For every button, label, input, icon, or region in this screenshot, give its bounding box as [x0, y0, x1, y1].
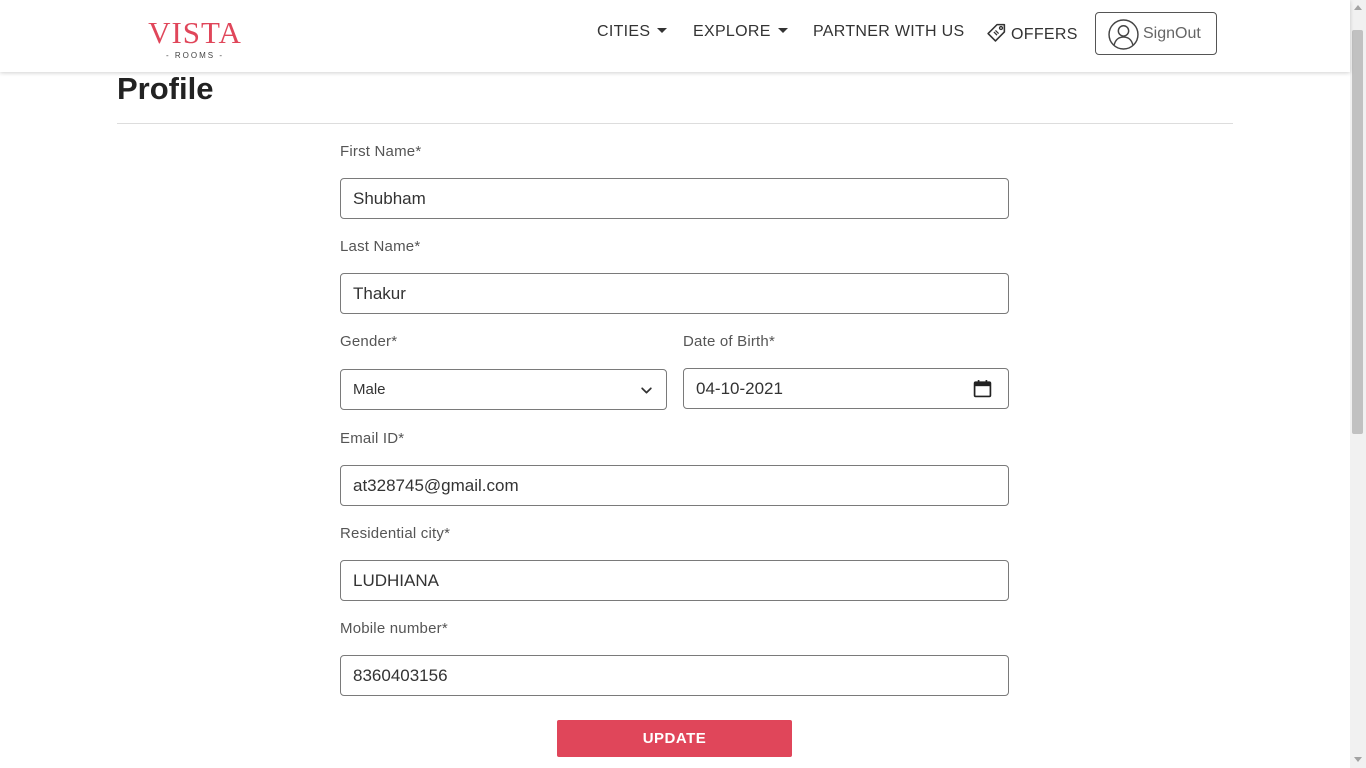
mobile-number-label: Mobile number* [340, 620, 448, 637]
chevron-down-icon [641, 387, 652, 394]
gender-selected-value: Male [353, 381, 386, 398]
vista-rooms-logo[interactable]: VISTA - ROOMS - [144, 16, 246, 62]
nav-cities-label: CITIES [597, 23, 651, 40]
logo-tagline: - ROOMS - [165, 51, 224, 60]
tag-icon [987, 23, 1006, 42]
nav-cities-dropdown[interactable]: CITIES [597, 22, 668, 42]
scroll-up-arrow-icon[interactable] [1354, 5, 1362, 10]
nav-offers-label: OFFERS [1011, 26, 1078, 43]
scrollbar-thumb[interactable] [1352, 30, 1363, 434]
nav-explore-label: EXPLORE [693, 23, 771, 40]
signout-button[interactable]: SignOut [1095, 12, 1217, 55]
last-name-input[interactable] [340, 273, 1009, 314]
residential-city-input[interactable] [340, 560, 1009, 601]
top-navbar: VISTA - ROOMS - CITIES EXPLORE PARTNER W… [0, 0, 1350, 72]
user-circle-icon [1108, 19, 1139, 50]
residential-city-label: Residential city* [340, 525, 451, 542]
gender-select[interactable]: Male [340, 369, 667, 410]
first-name-input[interactable] [340, 178, 1009, 219]
nav-offers-link[interactable]: OFFERS [986, 22, 1078, 43]
nav-partner-link[interactable]: PARTNER WITH US [813, 22, 964, 42]
first-name-label: First Name* [340, 143, 422, 160]
email-input[interactable] [340, 465, 1009, 506]
gender-label: Gender* [340, 333, 398, 350]
dob-value: 04-10-2021 [696, 379, 783, 398]
nav-partner-label: PARTNER WITH US [813, 23, 965, 40]
title-divider [117, 123, 1233, 124]
caret-down-icon [657, 28, 668, 33]
dob-date-input[interactable]: 04-10-2021 [683, 368, 1009, 409]
mobile-number-input[interactable] [340, 655, 1009, 696]
caret-down-icon [777, 28, 788, 33]
calendar-icon[interactable] [973, 379, 992, 398]
page-scrollbar[interactable] [1350, 0, 1366, 768]
nav-explore-dropdown[interactable]: EXPLORE [693, 22, 788, 42]
email-label: Email ID* [340, 430, 405, 447]
signout-label: SignOut [1143, 25, 1201, 42]
page-title: Profile [117, 71, 214, 106]
scroll-down-arrow-icon[interactable] [1354, 757, 1362, 762]
last-name-label: Last Name* [340, 238, 421, 255]
dob-label: Date of Birth* [683, 333, 776, 350]
update-button[interactable]: UPDATE [557, 720, 792, 757]
logo-wordmark: VISTA [148, 15, 242, 50]
